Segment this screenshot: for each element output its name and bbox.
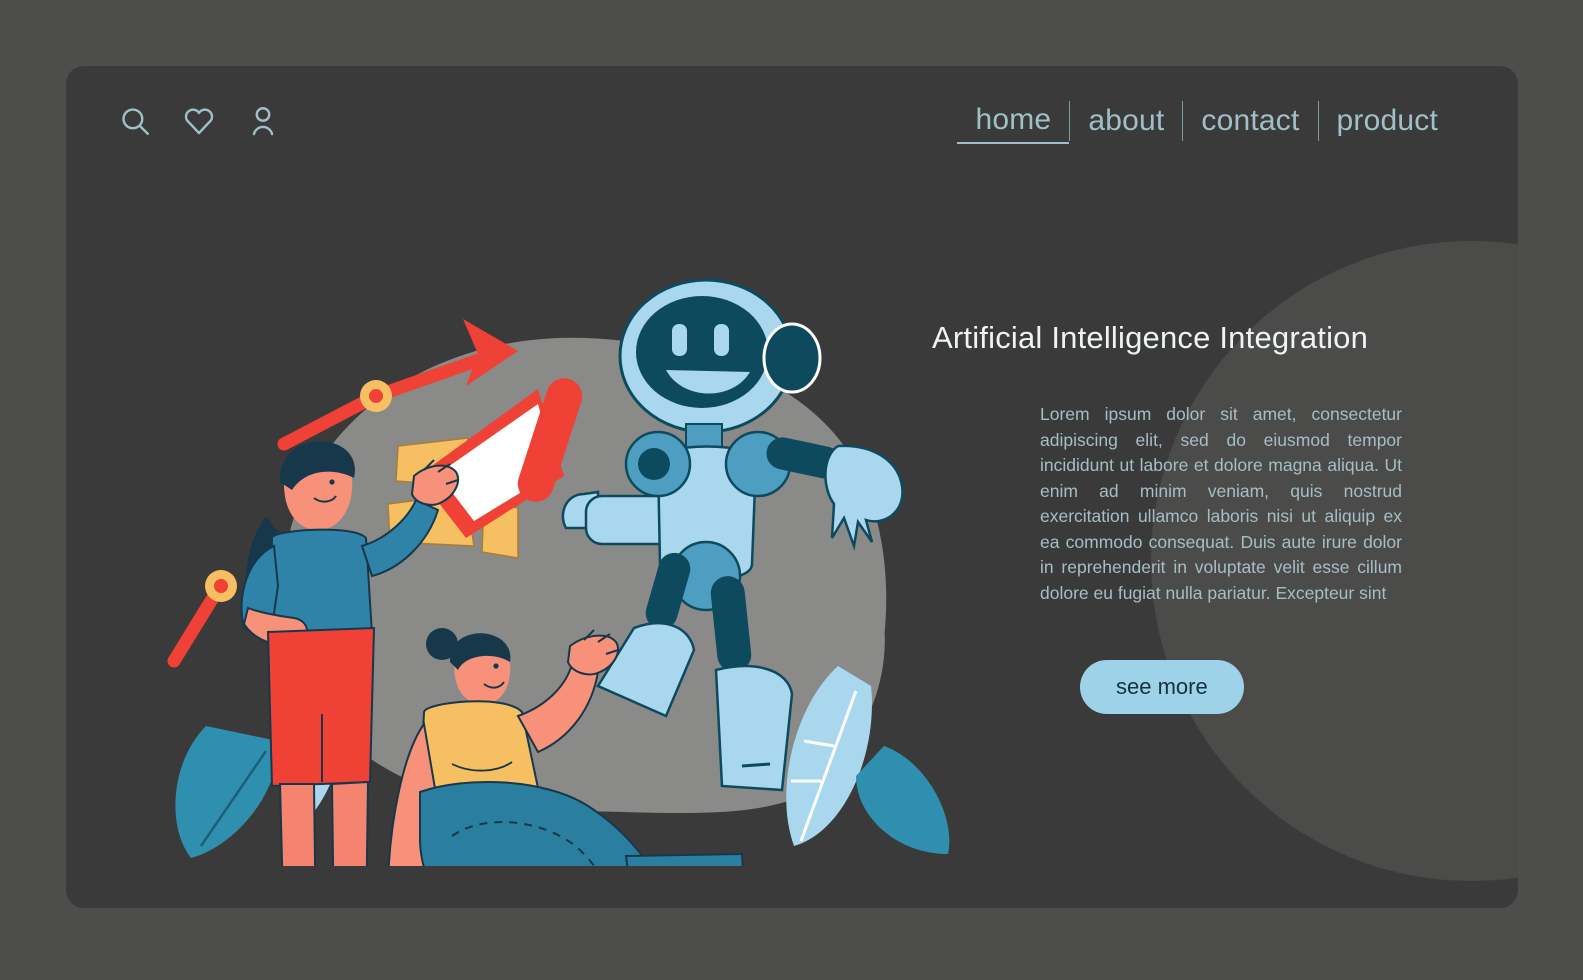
- user-icon[interactable]: [246, 104, 280, 138]
- ai-integration-illustration: [166, 246, 986, 908]
- nav-link-about[interactable]: about: [1070, 99, 1182, 143]
- main-nav: home about contact product: [957, 98, 1456, 144]
- see-more-button[interactable]: see more: [1080, 660, 1244, 714]
- arrow-node-small: [167, 570, 237, 668]
- icon-group: [118, 104, 280, 138]
- cta-wrapper: see more: [1080, 660, 1392, 714]
- top-bar: home about contact product: [66, 66, 1518, 190]
- nav-link-product[interactable]: product: [1319, 99, 1456, 143]
- hero-content: Artificial Intelligence Integration Lore…: [932, 320, 1402, 714]
- page-title: Artificial Intelligence Integration: [932, 320, 1369, 355]
- illustration-svg: [167, 278, 950, 908]
- heart-icon[interactable]: [182, 104, 216, 138]
- search-icon[interactable]: [118, 104, 152, 138]
- screen: home about contact product Artificial In…: [0, 0, 1583, 980]
- nav-link-contact[interactable]: contact: [1183, 99, 1317, 143]
- nav-link-home[interactable]: home: [957, 98, 1070, 144]
- hero-body-text: Lorem ipsum dolor sit amet, consectetur …: [1040, 404, 1402, 603]
- hero-card: home about contact product Artificial In…: [66, 66, 1518, 908]
